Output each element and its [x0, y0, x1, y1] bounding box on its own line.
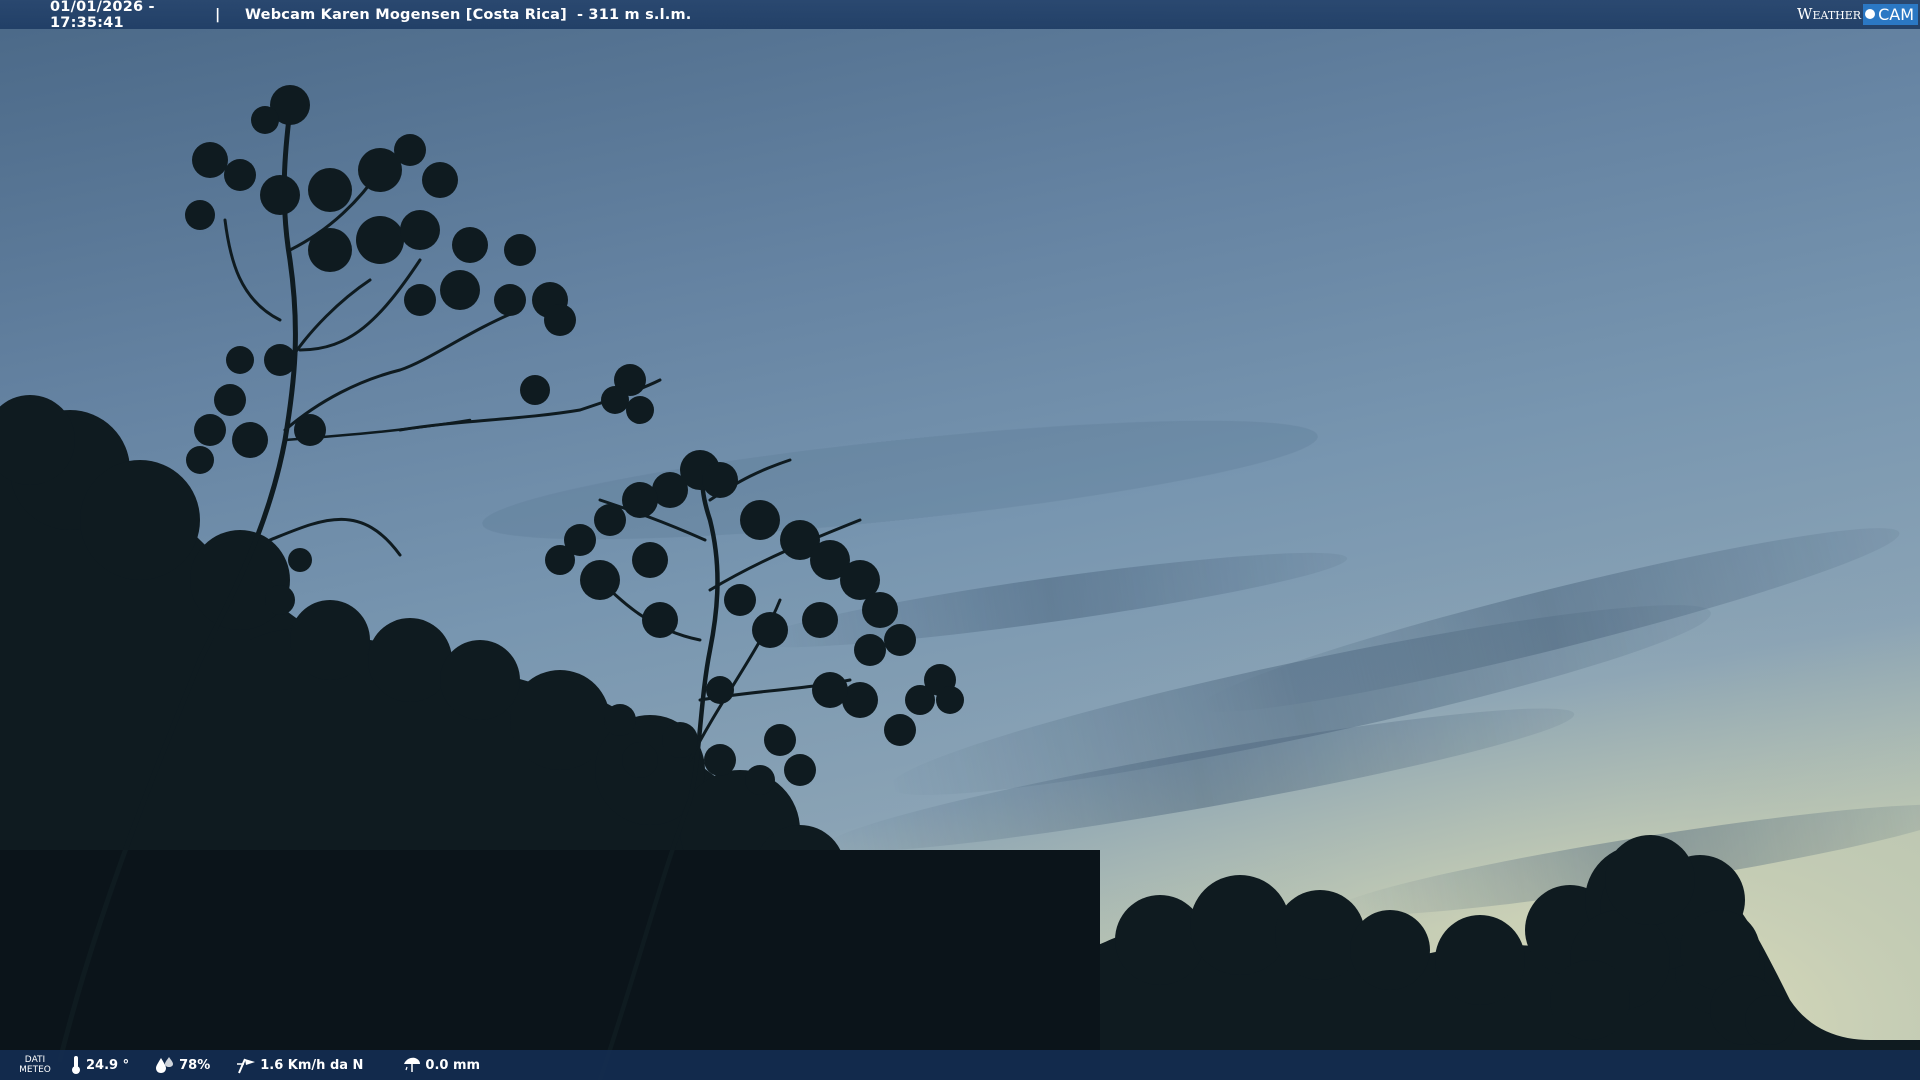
webcam-title: Webcam Karen Mogensen [Costa Rica] [245, 6, 567, 23]
bottom-overlay-bar: DATI METEO 24.9 ° 78% 1.6 Km/h da N 0.0 … [0, 1050, 1920, 1080]
dati-meteo-label: DATI METEO [0, 1055, 70, 1075]
weathercam-logo: Weather CAM [1797, 2, 1918, 26]
foreground-shadow [0, 850, 1100, 1080]
rain-reading: 0.0 mm [403, 1056, 480, 1074]
temperature-reading: 24.9 ° [70, 1055, 129, 1075]
brand-cam: CAM [1878, 4, 1914, 24]
top-overlay-bar: 01/01/2026 - 17:35:41 | Webcam Karen Mog… [0, 0, 1920, 31]
humidity-reading: 78% [155, 1056, 210, 1074]
humidity-value: 78% [179, 1057, 211, 1073]
datetime-text: 01/01/2026 - 17:35:41 [50, 0, 155, 31]
altitude-text: - 311 m s.l.m. [576, 6, 692, 23]
rain-gauge-icon [404, 1057, 421, 1072]
separator: | [215, 6, 221, 23]
brand-cam-box: CAM [1863, 3, 1918, 25]
webcam-scene [0, 0, 1920, 1080]
temperature-value: 24.9 ° [86, 1057, 130, 1073]
webcam-frame: 01/01/2026 - 17:35:41 | Webcam Karen Mog… [0, 0, 1920, 1080]
brand-dot-icon [1865, 9, 1876, 19]
wind-value: 1.6 Km/h da N [260, 1057, 364, 1073]
humidity-drops-icon [156, 1057, 174, 1073]
rain-value: 0.0 mm [425, 1057, 481, 1073]
dati-label: DATI [24, 1055, 46, 1065]
meteo-label: METEO [19, 1065, 51, 1075]
wind-vane-icon [237, 1058, 256, 1074]
thermometer-icon [72, 1056, 80, 1074]
brand-weather: Weather [1797, 5, 1862, 23]
wind-reading: 1.6 Km/h da N [236, 1056, 363, 1074]
